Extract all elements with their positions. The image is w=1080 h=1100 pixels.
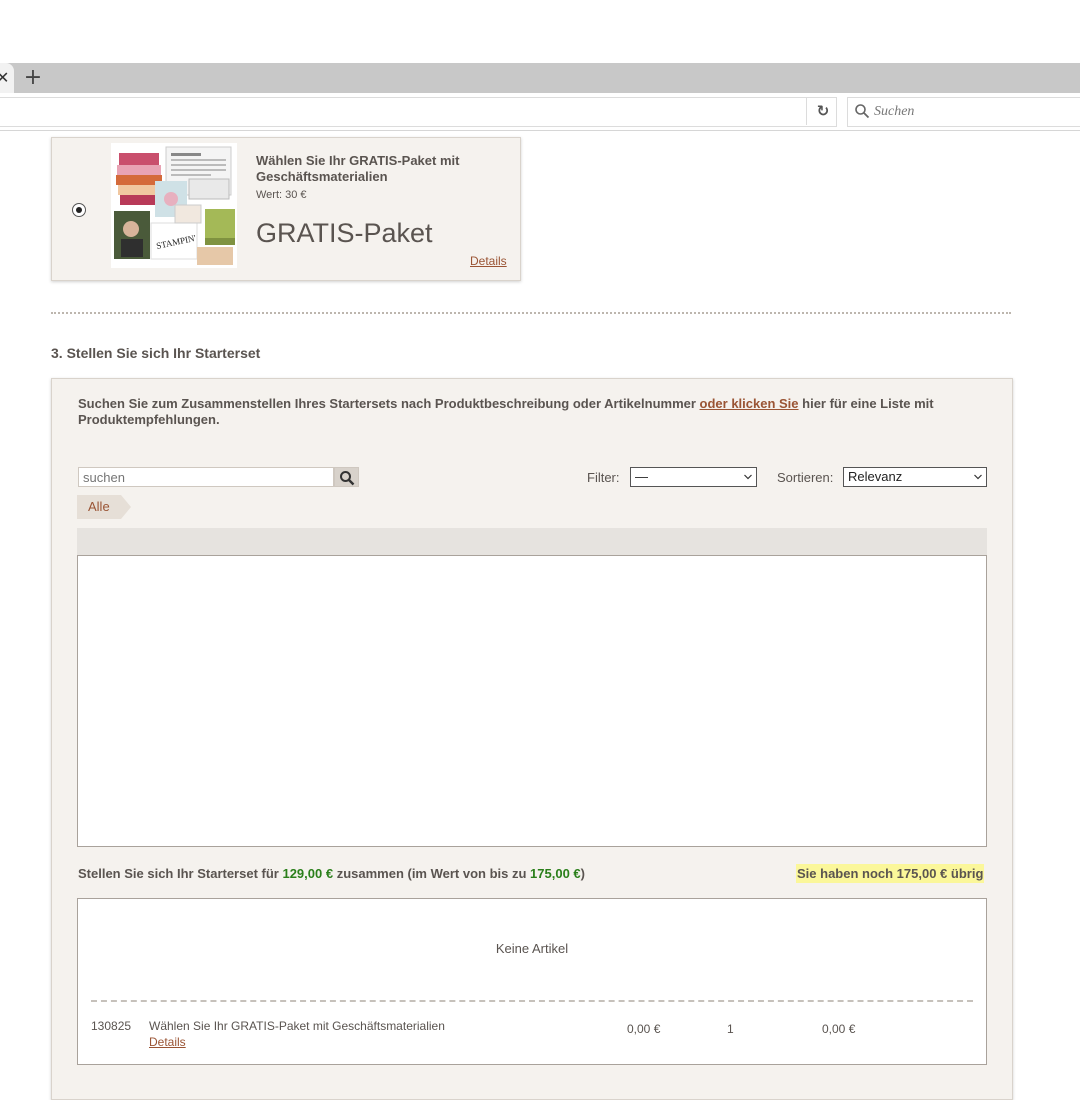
sort-selected-value: Relevanz (848, 469, 903, 484)
budget-max-value: 175,00 € (530, 866, 581, 881)
cart-item-quantity: 1 (727, 1022, 734, 1036)
results-list[interactable] (77, 555, 987, 847)
cart-empty-text: Keine Artikel (495, 941, 569, 956)
gift-details-link[interactable]: Details (470, 254, 507, 268)
sort-select[interactable]: Relevanz (843, 467, 987, 487)
product-search-button[interactable] (334, 467, 359, 487)
filter-label: Filter: (587, 470, 620, 485)
budget-text-middle: zusammen (im Wert von bis zu (333, 866, 531, 881)
search-icon (855, 104, 870, 119)
chevron-down-icon (744, 474, 752, 480)
gift-name: GRATIS-Paket (256, 218, 433, 248)
recommendations-link[interactable]: oder klicken Sie (700, 396, 799, 411)
browser-search-placeholder: Suchen (874, 104, 915, 119)
filter-selected-value: — (635, 469, 648, 484)
gift-radio-button[interactable] (72, 203, 86, 217)
budget-text-start: Stellen Sie sich Ihr Starterset für (78, 866, 283, 881)
budget-text: Stellen Sie sich Ihr Starterset für 129,… (78, 866, 585, 881)
budget-text-end: ) (580, 866, 585, 881)
search-icon (340, 471, 355, 486)
gift-title: Wählen Sie Ihr GRATIS-Paket mit Geschäft… (256, 153, 460, 184)
cart-row: 130825 Wählen Sie Ihr GRATIS-Paket mit G… (78, 1019, 986, 1059)
filter-select[interactable]: — (630, 467, 757, 487)
gift-package-card[interactable]: STAMPIN' Wählen Sie Ihr GRATIS-Paket mit… (51, 137, 521, 281)
gift-package-image: STAMPIN' (111, 143, 237, 268)
gift-worth: Wert: 30 € (256, 189, 307, 201)
cart-box: Keine Artikel 130825 Wählen Sie Ihr GRAT… (77, 898, 987, 1065)
close-icon[interactable]: ✕ (0, 67, 10, 89)
remaining-budget-badge: Sie haben noch 175,00 € übrig (796, 864, 985, 883)
cart-item-details-link[interactable]: Details (149, 1035, 186, 1049)
starter-set-builder: Suchen Sie zum Zusammenstellen Ihres Sta… (51, 378, 1013, 1100)
cart-item-price: 0,00 € (627, 1022, 661, 1036)
browser-search-box[interactable]: Suchen (847, 97, 1080, 127)
intro-text-start: Suchen Sie zum Zusammenstellen Ihres Sta… (78, 396, 700, 411)
address-bar[interactable] (0, 97, 837, 127)
sort-label: Sortieren: (777, 470, 834, 485)
results-header (77, 528, 987, 558)
browser-toolbar: ↻ Suchen (0, 93, 1080, 131)
section-title: 3. Stellen Sie sich Ihr Starterset (51, 345, 261, 361)
tab-strip: ✕ + (0, 63, 1080, 93)
cart-item-name: Wählen Sie Ihr GRATIS-Paket mit Geschäft… (149, 1019, 445, 1033)
intro-text: Suchen Sie zum Zusammenstellen Ihres Sta… (78, 396, 988, 428)
reload-icon[interactable]: ↻ (806, 97, 839, 125)
chevron-down-icon (974, 474, 982, 480)
plus-icon[interactable]: + (23, 65, 43, 91)
product-search-input[interactable] (78, 467, 334, 487)
product-collage-image: STAMPIN' (111, 143, 237, 268)
section-divider (51, 312, 1011, 314)
cart-item-sku: 130825 (91, 1019, 132, 1033)
budget-price: 129,00 € (282, 866, 334, 881)
breadcrumb-all[interactable]: Alle (77, 495, 131, 519)
cart-divider (91, 1000, 973, 1002)
cart-item-total: 0,00 € (822, 1022, 856, 1036)
